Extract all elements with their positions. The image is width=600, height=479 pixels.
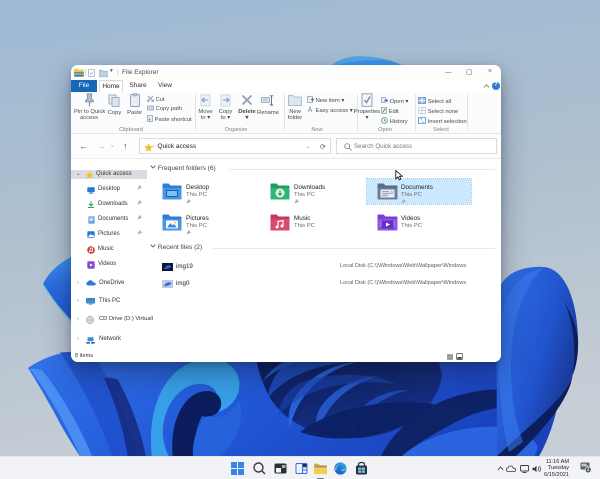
- svg-text:4: 4: [587, 468, 590, 473]
